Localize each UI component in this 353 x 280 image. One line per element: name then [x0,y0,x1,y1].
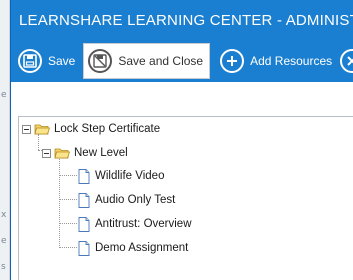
add-resources-label: Add Resources [250,54,333,68]
tree-item-label: Audio Only Test [95,194,176,206]
document-icon [78,216,90,232]
tree-item-label: Antitrust: Overview [95,218,192,230]
dialog-title: LEARNSHARE LEARNING CENTER - ADMINISTER … [19,11,353,29]
dialog-titlebar: LEARNSHARE LEARNING CENTER - ADMINISTER … [11,0,353,40]
save-button[interactable]: Save [14,43,79,79]
tree-item-label: Wildlife Video [95,170,165,182]
save-close-icon [88,49,113,73]
tree-connector [59,175,77,176]
tree-connector [59,199,77,200]
background-text: x [1,210,7,220]
cancel-button[interactable]: C [336,43,353,79]
background-text: s [1,262,6,272]
tree-node-label: New Level [74,147,128,159]
tree-connector [59,223,77,224]
tree-node-level[interactable]: New Level [42,144,128,162]
save-and-close-button[interactable]: Save and Close [83,43,211,79]
document-icon [78,168,90,184]
tree-item-label: Demo Assignment [95,242,189,254]
page: e x e s LEARNSHARE LEARNING CENTER - ADM… [0,0,353,280]
plus-icon [220,49,245,73]
administer-dialog: LEARNSHARE LEARNING CENTER - ADMINISTER … [10,0,353,280]
resource-tree: Lock Step Certificate New Level Wildlife… [18,116,353,280]
tree-connector [59,247,77,248]
floppy-disk-icon [18,49,42,73]
background-page-strip: e x e s [0,0,10,280]
tree-item[interactable]: Wildlife Video [78,167,164,185]
dialog-toolbar: Save Save and Close Add Resources [11,40,353,82]
background-text: e [1,236,7,246]
add-resources-button[interactable]: Add Resources [216,43,336,79]
tree-connector [59,159,60,248]
background-text: e [1,90,7,100]
tree-node-root[interactable]: Lock Step Certificate [22,120,160,138]
save-and-close-label: Save and Close [118,54,204,68]
tree-item[interactable]: Audio Only Test [78,191,175,209]
folder-open-icon [54,148,70,159]
document-icon [78,192,90,208]
tree-item[interactable]: Antitrust: Overview [78,215,192,233]
folder-open-icon [34,124,50,135]
save-label: Save [48,54,76,68]
tree-item[interactable]: Demo Assignment [78,239,188,257]
document-icon [78,240,90,256]
tree-node-label: Lock Step Certificate [54,123,161,135]
collapse-toggle[interactable] [22,124,31,134]
collapse-toggle[interactable] [42,148,51,158]
close-icon [340,49,353,73]
